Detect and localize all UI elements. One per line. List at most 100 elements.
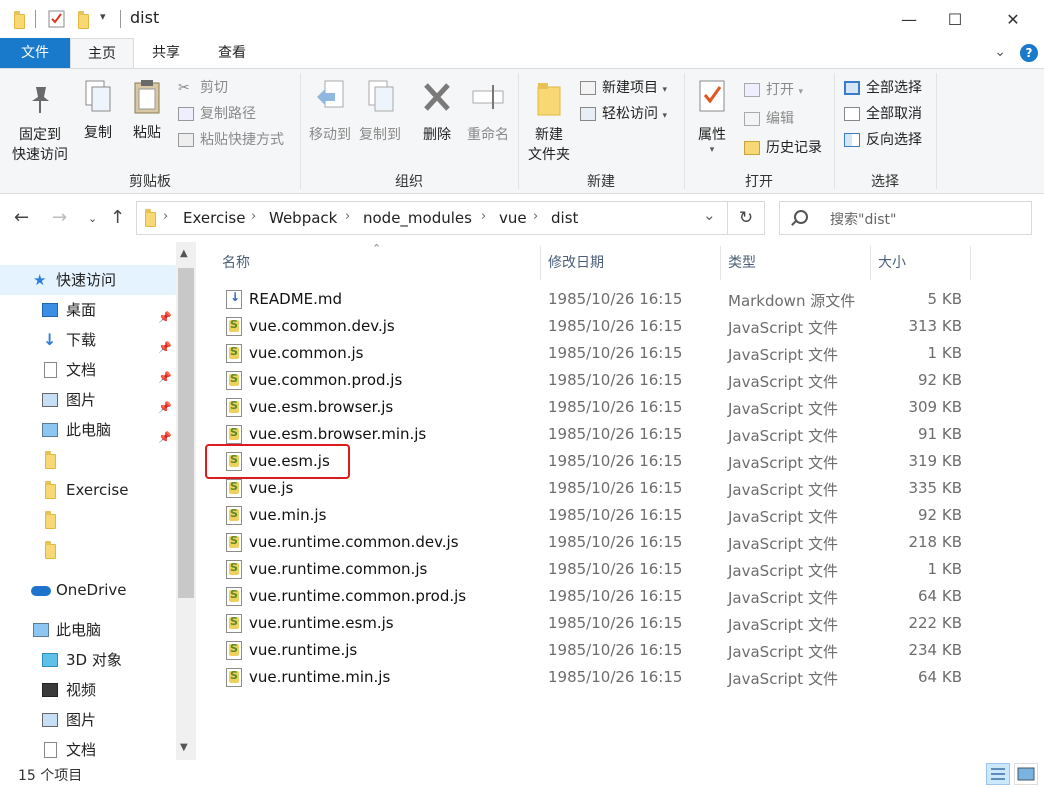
computer-icon (33, 623, 49, 637)
help-icon[interactable]: ? (1020, 44, 1038, 62)
column-header-type[interactable]: 类型 (728, 252, 756, 272)
details-view-icon[interactable] (986, 763, 1010, 785)
file-row[interactable]: vue.esm.browser.js 1985/10/26 16:15 Java… (220, 394, 970, 421)
copy-path-button[interactable]: 复制路径 (178, 103, 256, 125)
nav-item-downloads[interactable]: ↓ 下载 📌 (0, 325, 176, 355)
nav-item-onedrive[interactable]: OneDrive (0, 575, 176, 605)
nav-item-quick-access[interactable]: ★ 快速访问 (0, 265, 176, 295)
cut-label: 剪切 (200, 80, 228, 96)
chevron-down-icon[interactable]: ⌄ (994, 44, 1006, 60)
back-arrow-icon[interactable]: ← (14, 207, 29, 228)
file-row[interactable]: vue.runtime.min.js 1985/10/26 16:15 Java… (220, 664, 970, 691)
column-divider[interactable] (720, 246, 721, 280)
up-arrow-icon[interactable]: ↑ (110, 207, 125, 228)
nav-item-videos[interactable]: 视频 (0, 675, 176, 705)
nav-item-documents[interactable]: 文档 📌 (0, 355, 176, 385)
properties-check-icon[interactable] (48, 10, 66, 28)
file-row[interactable]: vue.js 1985/10/26 16:15 JavaScript 文件 33… (220, 475, 970, 502)
scroll-down-icon[interactable]: ▼ (180, 742, 188, 753)
file-date: 1985/10/26 16:15 (548, 371, 683, 389)
nav-item-this-pc[interactable]: 此电脑 (0, 615, 176, 645)
breadcrumb-item[interactable]: dist (551, 209, 578, 227)
chevron-down-icon: ▾ (709, 145, 715, 155)
refresh-button[interactable]: ↻ (727, 201, 765, 235)
breadcrumb-item[interactable]: vue (499, 209, 527, 227)
nav-item-desktop[interactable]: 桌面 📌 (0, 295, 176, 325)
file-date: 1985/10/26 16:15 (548, 344, 683, 362)
minimize-button[interactable]: — (886, 0, 932, 38)
cut-button[interactable]: ✂ 剪切 (178, 77, 228, 99)
delete-button[interactable]: 删除 (416, 79, 458, 145)
nav-item-folder[interactable] (0, 445, 176, 475)
new-folder-quick-icon[interactable] (78, 11, 89, 29)
rename-button[interactable]: 重命名 (462, 79, 514, 145)
maximize-button[interactable]: ☐ (932, 0, 978, 38)
nav-item-pictures[interactable]: 图片 📌 (0, 385, 176, 415)
nav-item-this-pc-quick[interactable]: 此电脑 📌 (0, 415, 176, 445)
pin-quick-access-button[interactable]: 固定到 快速访问 (6, 83, 74, 165)
column-header-size[interactable]: 大小 (878, 252, 906, 272)
nav-item-exercise[interactable]: Exercise (0, 475, 176, 505)
large-icons-view-icon[interactable] (1014, 763, 1038, 785)
breadcrumb-item[interactable]: Webpack (269, 209, 337, 227)
file-row[interactable]: vue.runtime.common.dev.js 1985/10/26 16:… (220, 529, 970, 556)
document-icon (44, 742, 57, 758)
nav-item-pictures-pc[interactable]: 图片 (0, 705, 176, 735)
file-row[interactable]: vue.runtime.common.prod.js 1985/10/26 16… (220, 583, 970, 610)
nav-item-folder[interactable] (0, 505, 176, 535)
folder-icon (45, 481, 56, 499)
column-divider[interactable] (970, 246, 971, 280)
file-row[interactable]: vue.runtime.js 1985/10/26 16:15 JavaScri… (220, 637, 970, 664)
nav-scrollbar[interactable]: ▲ ▼ (176, 242, 196, 760)
column-divider[interactable] (870, 246, 871, 280)
tab-share[interactable]: 共享 (138, 38, 194, 68)
file-row[interactable]: vue.common.prod.js 1985/10/26 16:15 Java… (220, 367, 970, 394)
tab-view[interactable]: 查看 (204, 38, 260, 68)
easy-access-button[interactable]: 轻松访问 ▾ (580, 103, 667, 125)
open-button[interactable]: 打开 ▾ (744, 79, 803, 101)
column-header-date[interactable]: 修改日期 (548, 252, 604, 272)
nav-item-label: 文档 (66, 361, 97, 379)
tab-file[interactable]: 文件 (0, 38, 70, 68)
select-none-button[interactable]: 全部取消 (844, 103, 922, 125)
column-divider[interactable] (540, 246, 541, 280)
close-button[interactable]: ✕ (990, 0, 1036, 38)
scroll-up-icon[interactable]: ▲ (180, 248, 188, 259)
file-row[interactable]: vue.min.js 1985/10/26 16:15 JavaScript 文… (220, 502, 970, 529)
select-all-button[interactable]: 全部选择 (844, 77, 922, 99)
nav-item-folder[interactable] (0, 535, 176, 565)
file-row[interactable]: vue.common.js 1985/10/26 16:15 JavaScrip… (220, 340, 970, 367)
scrollbar-thumb[interactable] (178, 268, 194, 598)
breadcrumb-item[interactable]: Exercise (183, 209, 245, 227)
download-icon: ↓ (43, 330, 57, 349)
properties-button[interactable]: 属性 ▾ (690, 79, 734, 155)
edit-button[interactable]: 编辑 (744, 108, 794, 130)
new-folder-button[interactable]: 新建 文件夹 (524, 79, 574, 165)
new-item-button[interactable]: 新建项目 ▾ (580, 77, 667, 99)
paste-shortcut-button[interactable]: 粘贴快捷方式 (178, 129, 284, 151)
nav-item-3d-objects[interactable]: 3D 对象 (0, 645, 176, 675)
forward-arrow-icon[interactable]: → (52, 207, 67, 228)
file-row[interactable]: README.md 1985/10/26 16:15 Markdown 源文件 … (220, 286, 970, 313)
move-to-button[interactable]: 移动到 (304, 79, 356, 145)
javascript-file-icon (226, 641, 242, 660)
javascript-file-icon (226, 317, 242, 336)
copy-button[interactable]: 复制 (78, 79, 118, 143)
copy-to-button[interactable]: 复制到 (356, 79, 404, 145)
address-box[interactable]: › Exercise › Webpack › node_modules › vu… (136, 201, 728, 235)
breadcrumb-item[interactable]: node_modules (363, 209, 472, 227)
file-row[interactable]: vue.common.dev.js 1985/10/26 16:15 JavaS… (220, 313, 970, 340)
chevron-down-icon[interactable]: ⌄ (703, 206, 716, 224)
paste-button[interactable]: 粘贴 (126, 79, 168, 143)
invert-selection-button[interactable]: 反向选择 (844, 129, 922, 151)
group-label-new: 新建 (587, 174, 615, 190)
history-button[interactable]: 历史记录 (744, 137, 822, 159)
column-header-name[interactable]: 名称 (222, 252, 250, 272)
file-row[interactable]: vue.runtime.common.js 1985/10/26 16:15 J… (220, 556, 970, 583)
search-input[interactable]: 搜索"dist" (779, 201, 1032, 235)
file-row[interactable]: vue.runtime.esm.js 1985/10/26 16:15 Java… (220, 610, 970, 637)
tab-home[interactable]: 主页 (70, 38, 134, 69)
recent-locations-chevron-icon[interactable]: ⌄ (88, 212, 97, 225)
customize-quick-access-icon[interactable]: ▾ (100, 10, 106, 23)
breadcrumb-separator: › (163, 209, 169, 224)
